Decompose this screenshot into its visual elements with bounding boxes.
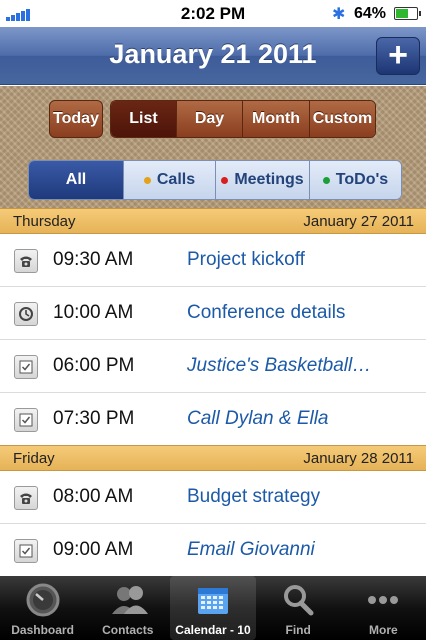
phone-icon [14, 486, 38, 510]
filter-todos-label: ToDo's [335, 171, 389, 188]
filter-meetings[interactable]: Meetings [216, 161, 310, 199]
filter-all[interactable]: All [29, 161, 124, 199]
tab-label: Dashboard [11, 623, 74, 637]
page-title: January 21 2011 [109, 39, 317, 69]
view-month-segment[interactable]: Month [243, 101, 310, 137]
view-segmented-control: List Day Month Custom [110, 100, 376, 138]
filter-calls-label: Calls [156, 171, 196, 188]
event-title: Project kickoff [187, 249, 305, 270]
tab-calendar[interactable]: Calendar - 10 [170, 576, 256, 640]
status-bar: 2:02 PM ✱ 64% [0, 0, 426, 27]
meetings-dot-icon [221, 176, 229, 184]
event-row[interactable]: 09:30 AM Project kickoff [0, 234, 426, 287]
battery-icon [394, 7, 421, 20]
event-row[interactable]: 09:00 AM Email Giovanni [0, 524, 426, 577]
event-title: Justice's Basketball… [187, 355, 372, 376]
event-title: Email Giovanni [187, 539, 315, 560]
bluetooth-icon: ✱ [332, 6, 346, 23]
section-day: Friday [13, 450, 55, 467]
magnifier-icon [280, 582, 316, 618]
event-time: 08:00 AM [53, 486, 134, 507]
filter-all-label: All [65, 171, 87, 188]
calls-dot-icon [143, 176, 151, 184]
section-date: January 28 2011 [303, 450, 414, 467]
calendar-icon [195, 582, 231, 618]
battery-percent: 64% [354, 5, 387, 22]
tab-bar: Dashboard Contacts Calendar - 10 Find Mo… [0, 576, 426, 640]
more-dots-icon [365, 582, 401, 618]
event-time: 07:30 PM [53, 408, 135, 429]
contacts-people-icon [110, 582, 148, 618]
clock-icon [14, 302, 38, 326]
event-title: Call Dylan & Ella [187, 408, 329, 429]
view-custom-segment[interactable]: Custom [310, 101, 375, 137]
tab-label: Contacts [102, 623, 154, 637]
event-time: 06:00 PM [53, 355, 135, 376]
event-title: Conference details [187, 302, 346, 323]
view-day-segment[interactable]: Day [177, 101, 243, 137]
event-time: 09:30 AM [53, 249, 134, 270]
section-date: January 27 2011 [303, 213, 414, 230]
event-row[interactable]: 07:30 PM Call Dylan & Ella [0, 393, 426, 446]
navigation-bar: January 21 2011 + [0, 27, 426, 85]
section-day: Thursday [13, 213, 76, 230]
event-title: Budget strategy [187, 486, 321, 507]
tab-more[interactable]: More [341, 576, 426, 640]
tab-find[interactable]: Find [256, 576, 341, 640]
tab-dashboard[interactable]: Dashboard [0, 576, 85, 640]
view-toolbar: Today List Day Month Custom All Calls Me… [0, 86, 426, 208]
today-button[interactable]: Today [49, 100, 103, 138]
dashboard-gauge-icon [25, 582, 61, 618]
event-row[interactable]: 10:00 AM Conference details [0, 287, 426, 340]
todos-dot-icon [322, 176, 330, 184]
event-row[interactable]: 08:00 AM Budget strategy [0, 471, 426, 524]
filter-meetings-label: Meetings [234, 171, 304, 188]
checkbox-icon [14, 539, 38, 563]
tab-label: Find [285, 623, 311, 637]
checkbox-icon [14, 355, 38, 379]
add-event-button[interactable]: + [376, 37, 420, 75]
section-header-thursday: Thursday January 27 2011 [0, 208, 426, 234]
filter-calls[interactable]: Calls [124, 161, 216, 199]
event-time: 10:00 AM [53, 302, 134, 323]
section-header-friday: Friday January 28 2011 [0, 445, 426, 471]
filter-todos[interactable]: ToDo's [310, 161, 401, 199]
event-row[interactable]: 06:00 PM Justice's Basketball… [0, 340, 426, 393]
type-filter-control: All Calls Meetings ToDo's [28, 160, 402, 200]
tab-label: Calendar - 10 [175, 623, 251, 637]
tab-contacts[interactable]: Contacts [85, 576, 170, 640]
event-time: 09:00 AM [53, 539, 134, 560]
view-list-segment[interactable]: List [111, 101, 177, 137]
tab-label: More [369, 623, 398, 637]
checkbox-icon [14, 408, 38, 432]
phone-icon [14, 249, 38, 273]
